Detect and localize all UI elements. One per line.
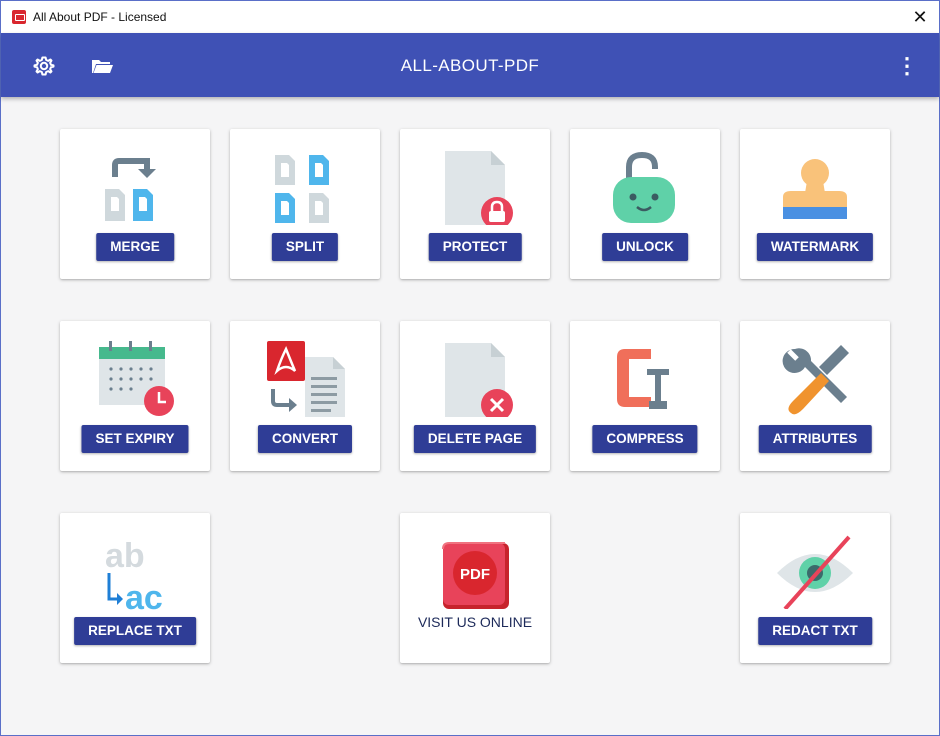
merge-tile[interactable]: MERGE <box>60 129 210 279</box>
pdf-logo-icon: PDF <box>442 542 509 609</box>
window-title: All About PDF - Licensed <box>33 10 167 24</box>
replace-txt-button[interactable]: REPLACE TXT <box>74 617 196 645</box>
replace-text-icon: ab ac <box>105 537 163 613</box>
tools-icon <box>782 345 849 415</box>
title-bar: All About PDF - Licensed ✕ <box>1 1 939 33</box>
app-title: ALL-ABOUT-PDF <box>400 56 540 75</box>
protect-tile[interactable]: PROTECT <box>400 129 550 279</box>
watermark-button[interactable]: WATERMARK <box>756 233 874 261</box>
calendar-clock-icon <box>99 341 174 416</box>
set-expiry-tile[interactable]: SET EXPIRY <box>60 321 210 471</box>
delete-page-button[interactable]: DELETE PAGE <box>413 425 537 453</box>
convert-button[interactable]: CONVERT <box>257 425 353 453</box>
more-options-icon[interactable]: ⋮ <box>894 53 920 79</box>
protect-button[interactable]: PROTECT <box>428 233 522 261</box>
attributes-button[interactable]: ATTRIBUTES <box>758 425 872 453</box>
replace-icon-ac-text: ac <box>125 579 163 613</box>
close-icon[interactable]: ✕ <box>907 5 933 29</box>
redact-txt-button[interactable]: REDACT TXT <box>758 617 872 645</box>
visit-online-tile[interactable]: PDF VISIT US ONLINE <box>400 513 550 663</box>
split-icon <box>275 155 329 223</box>
delete-file-icon <box>445 343 513 417</box>
set-expiry-button[interactable]: SET EXPIRY <box>81 425 189 453</box>
merge-icon <box>105 158 156 221</box>
pdf-logo-text: PDF <box>460 566 490 583</box>
unlock-padlock-icon <box>613 151 675 223</box>
redact-eye-icon <box>777 535 853 609</box>
app-window: All About PDF - Licensed ✕ ALL-ABOUT-PDF… <box>0 0 940 736</box>
convert-tile[interactable]: CONVERT <box>230 321 380 471</box>
visit-online-link[interactable]: VISIT US ONLINE <box>400 614 550 630</box>
redact-txt-tile[interactable]: REDACT TXT <box>740 513 890 663</box>
lock-file-icon <box>445 151 513 225</box>
app-bar: ALL-ABOUT-PDF ⋮ <box>1 33 939 97</box>
compress-button[interactable]: COMPRESS <box>592 425 698 453</box>
split-tile[interactable]: SPLIT <box>230 129 380 279</box>
replace-txt-tile[interactable]: ab ac REPLACE TXT <box>60 513 210 663</box>
compress-tile[interactable]: COMPRESS <box>570 321 720 471</box>
replace-icon-ab-text: ab <box>105 537 145 575</box>
merge-button[interactable]: MERGE <box>96 233 174 261</box>
stamp-icon <box>783 159 847 219</box>
app-icon <box>12 10 26 24</box>
attributes-tile[interactable]: ATTRIBUTES <box>740 321 890 471</box>
watermark-tile[interactable]: WATERMARK <box>740 129 890 279</box>
split-button[interactable]: SPLIT <box>271 233 339 261</box>
convert-pdf-icon <box>267 341 345 417</box>
clamp-icon <box>617 349 669 409</box>
unlock-tile[interactable]: UNLOCK <box>570 129 720 279</box>
unlock-button[interactable]: UNLOCK <box>602 233 688 261</box>
delete-page-tile[interactable]: DELETE PAGE <box>400 321 550 471</box>
